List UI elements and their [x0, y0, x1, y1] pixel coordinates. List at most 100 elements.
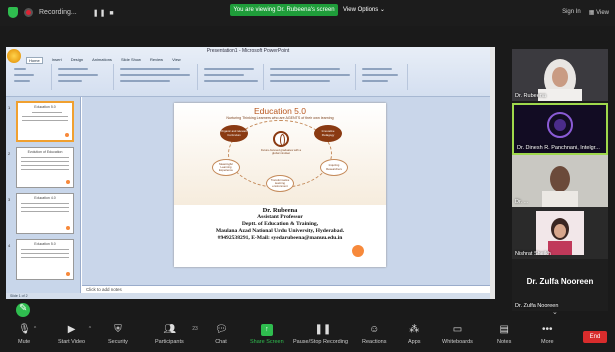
shared-screen-powerpoint: Presentation1 - Microsoft PowerPoint Hom…: [6, 47, 490, 299]
notes-button[interactable]: ▤ Notes: [497, 324, 511, 345]
end-meeting-button[interactable]: End: [583, 331, 607, 343]
drawing-group[interactable]: [266, 64, 356, 90]
slide-thumbnail[interactable]: Education 5.0: [16, 239, 74, 280]
participant-tile[interactable]: Dr. Zulfa Nooreen Dr. Zulfa Nooreen: [512, 259, 608, 311]
thumb-number: 1: [8, 105, 11, 110]
ppt-ribbon: Presentation1 - Microsoft PowerPoint Hom…: [6, 47, 490, 97]
cycle-node: Meaningful Learning Experience: [212, 159, 240, 176]
top-left-group: Recording... ❚❚ ■: [8, 7, 115, 18]
thumb-dot: [66, 272, 70, 276]
ppt-tab-design[interactable]: Design: [71, 57, 83, 64]
chevron-down-icon[interactable]: ⌄: [552, 308, 558, 316]
ppt-tab-view[interactable]: View: [172, 57, 181, 64]
slide-thumbnails-panel[interactable]: 1 Education 5.0 2 Evolution of Education…: [6, 97, 81, 293]
shared-screen-scrollbar[interactable]: [490, 47, 495, 299]
view-label: View: [596, 10, 609, 16]
chat-button[interactable]: 💬︎ Chat: [215, 324, 228, 345]
notes-pane[interactable]: Click to add notes: [82, 285, 490, 293]
cycle-node: Organic and relevant Curriculum: [220, 125, 248, 142]
participant-name: Nishrat Sheikh: [515, 251, 551, 257]
slide-thumbnail[interactable]: Evolution of Education: [16, 147, 74, 188]
reactions-label: Reactions: [362, 339, 387, 345]
participants-icon: 👥︎: [163, 324, 177, 335]
cycle-node: Innovative Pedagogy: [314, 125, 342, 142]
cycle-node: Inquiring Researchers: [320, 159, 348, 176]
ppt-title: Presentation1 - Microsoft PowerPoint: [206, 48, 290, 54]
thumb-title: Evolution of Education: [27, 150, 63, 154]
reactions-icon: ☺︎: [369, 324, 380, 335]
thumb-dot: [66, 180, 70, 184]
clipboard-group[interactable]: [10, 64, 52, 90]
paragraph-group[interactable]: [200, 64, 264, 90]
decorative-dot: [352, 245, 364, 257]
presenter-designation: Assistant Professor: [257, 214, 303, 220]
chevron-up-icon[interactable]: ^: [34, 326, 36, 332]
cycle-node: Transformative learning environment: [266, 175, 294, 192]
meeting-toolbar: 🎙︎ Mute ^ ▶︎ Start Video ^ ⛨ Security 👥︎ Parti…: [0, 320, 615, 352]
globe-icon: [273, 131, 289, 147]
whiteboards-button[interactable]: ▭ Whiteboards: [442, 324, 473, 345]
start-video-label: Start Video: [58, 339, 86, 345]
slide-title: Education 5.0: [254, 106, 306, 116]
slide-graphic: Education 5.0 Nurturing Thinking Learner…: [174, 103, 386, 205]
pause-recording-icon[interactable]: ❚❚ ■: [93, 9, 115, 17]
ppt-tab-slideshow[interactable]: Slide Show: [121, 57, 141, 64]
font-group[interactable]: [116, 64, 198, 90]
participants-button[interactable]: 👥︎ Participants 23: [155, 324, 198, 345]
ppt-tab-animations[interactable]: Animations: [92, 57, 112, 64]
participant-name: Dr. ...: [515, 199, 529, 205]
participants-label: Participants: [155, 339, 184, 345]
reactions-button[interactable]: ☺︎ Reactions: [362, 324, 386, 345]
ppt-tabs: Home Insert Design Animations Slide Show…: [26, 57, 181, 64]
top-right-group: Sign In ▦ View: [562, 9, 609, 16]
thumb-title: Education 4.0: [34, 196, 56, 200]
view-button[interactable]: ▦ View: [589, 9, 609, 16]
sign-in-link[interactable]: Sign In: [562, 9, 581, 16]
start-video-button[interactable]: ▶︎ Start Video ^: [58, 324, 91, 345]
meeting-top-bar: Recording... ❚❚ ■ You are viewing Dr. Ru…: [0, 0, 615, 26]
recording-icon: [24, 8, 33, 17]
center-text: Future-focused graduates with a global m…: [260, 148, 302, 156]
apps-button[interactable]: ⁂ Apps: [408, 324, 421, 345]
participant-name: Dr. Dinesh R. Panchnani, Intelgr...: [517, 145, 600, 151]
view-options-button[interactable]: View Options ⌄: [343, 4, 385, 16]
apps-icon: ⁂: [409, 324, 420, 335]
annotate-pen-icon[interactable]: [16, 303, 30, 317]
participants-count: 23: [192, 326, 198, 332]
slide-edit-area[interactable]: Education 5.0 Nurturing Thinking Learner…: [82, 97, 490, 285]
security-button[interactable]: ⛨ Security: [108, 324, 128, 345]
slides-group[interactable]: [54, 64, 114, 90]
thumb-number: 2: [8, 151, 11, 156]
current-slide: Education 5.0 Nurturing Thinking Learner…: [174, 103, 386, 267]
whiteboard-icon: ▭: [452, 324, 463, 335]
slide-thumbnail[interactable]: Education 4.0: [16, 193, 74, 234]
chevron-up-icon[interactable]: ^: [89, 326, 91, 332]
presenter-dept: Deptt. of Education & Training,: [241, 221, 319, 227]
pause-stop-label: Pause/Stop Recording: [293, 339, 349, 345]
presenter-university: Maulana Azad National Urdu University, H…: [215, 228, 345, 234]
microphone-icon: 🎙︎: [18, 324, 31, 335]
participant-tile[interactable]: Dr. Rubeena: [512, 49, 608, 101]
security-shield-icon[interactable]: [8, 7, 18, 18]
slide-thumbnail[interactable]: Education 5.0: [16, 101, 74, 142]
share-screen-icon: ↑: [260, 324, 273, 336]
participant-name: Dr. Rubeena: [515, 93, 546, 99]
participant-tile[interactable]: Dr. Dinesh R. Panchnani, Intelgr...: [512, 103, 608, 155]
thumb-dot: [65, 133, 69, 137]
notes-label: Notes: [497, 339, 512, 345]
ppt-tab-review[interactable]: Review: [150, 57, 163, 64]
more-button[interactable]: ••• More: [541, 324, 554, 345]
participant-tile[interactable]: Dr. ...: [512, 155, 608, 207]
view-options-label: View Options: [343, 7, 379, 13]
ppt-tab-home[interactable]: Home: [26, 57, 43, 64]
whiteboards-label: Whiteboards: [442, 339, 473, 345]
participant-tile[interactable]: Nishrat Sheikh: [512, 207, 608, 259]
ppt-tab-insert[interactable]: Insert: [52, 57, 62, 64]
mute-button[interactable]: 🎙︎ Mute ^: [18, 324, 36, 345]
editing-group[interactable]: [358, 64, 408, 90]
recording-label: Recording...: [39, 9, 77, 16]
pause-stop-recording-button[interactable]: ❚❚ Pause/Stop Recording: [293, 324, 348, 345]
thumb-dot: [66, 226, 70, 230]
share-screen-button[interactable]: ↑ Share Screen: [250, 324, 284, 345]
presenter-contact: #9492538291, E-Mail: syedarubeena@manuu.…: [217, 235, 343, 241]
